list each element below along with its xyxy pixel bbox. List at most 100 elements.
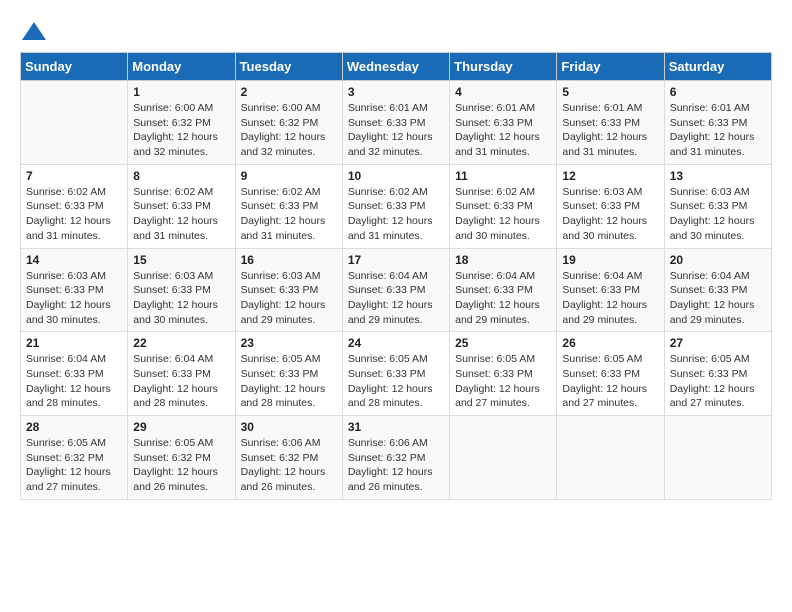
calendar-cell bbox=[21, 81, 128, 165]
calendar-cell: 12 Sunrise: 6:03 AM Sunset: 6:33 PM Dayli… bbox=[557, 164, 664, 248]
day-number: 14 bbox=[26, 253, 122, 267]
calendar-cell: 6 Sunrise: 6:01 AM Sunset: 6:33 PM Daylig… bbox=[664, 81, 771, 165]
week-row-4: 21 Sunrise: 6:04 AM Sunset: 6:33 PM Dayli… bbox=[21, 332, 772, 416]
header-thursday: Thursday bbox=[450, 53, 557, 81]
calendar-table: SundayMondayTuesdayWednesdayThursdayFrid… bbox=[20, 52, 772, 500]
day-info: Sunrise: 6:02 AM Sunset: 6:33 PM Dayligh… bbox=[133, 185, 229, 244]
day-number: 1 bbox=[133, 85, 229, 99]
day-info: Sunrise: 6:02 AM Sunset: 6:33 PM Dayligh… bbox=[348, 185, 444, 244]
day-info: Sunrise: 6:05 AM Sunset: 6:33 PM Dayligh… bbox=[455, 352, 551, 411]
day-info: Sunrise: 6:02 AM Sunset: 6:33 PM Dayligh… bbox=[455, 185, 551, 244]
day-number: 21 bbox=[26, 336, 122, 350]
day-number: 27 bbox=[670, 336, 766, 350]
day-info: Sunrise: 6:06 AM Sunset: 6:32 PM Dayligh… bbox=[241, 436, 337, 495]
calendar-cell: 22 Sunrise: 6:04 AM Sunset: 6:33 PM Dayli… bbox=[128, 332, 235, 416]
day-info: Sunrise: 6:05 AM Sunset: 6:33 PM Dayligh… bbox=[562, 352, 658, 411]
day-number: 8 bbox=[133, 169, 229, 183]
day-number: 23 bbox=[241, 336, 337, 350]
day-number: 12 bbox=[562, 169, 658, 183]
day-info: Sunrise: 6:02 AM Sunset: 6:33 PM Dayligh… bbox=[241, 185, 337, 244]
day-info: Sunrise: 6:05 AM Sunset: 6:32 PM Dayligh… bbox=[26, 436, 122, 495]
week-row-5: 28 Sunrise: 6:05 AM Sunset: 6:32 PM Dayli… bbox=[21, 416, 772, 500]
calendar-cell: 24 Sunrise: 6:05 AM Sunset: 6:33 PM Dayli… bbox=[342, 332, 449, 416]
day-info: Sunrise: 6:01 AM Sunset: 6:33 PM Dayligh… bbox=[455, 101, 551, 160]
day-info: Sunrise: 6:03 AM Sunset: 6:33 PM Dayligh… bbox=[241, 269, 337, 328]
calendar-cell: 23 Sunrise: 6:05 AM Sunset: 6:33 PM Dayli… bbox=[235, 332, 342, 416]
day-number: 18 bbox=[455, 253, 551, 267]
week-row-1: 1 Sunrise: 6:00 AM Sunset: 6:32 PM Daylig… bbox=[21, 81, 772, 165]
day-number: 16 bbox=[241, 253, 337, 267]
day-number: 15 bbox=[133, 253, 229, 267]
day-number: 25 bbox=[455, 336, 551, 350]
calendar-cell: 16 Sunrise: 6:03 AM Sunset: 6:33 PM Dayli… bbox=[235, 248, 342, 332]
calendar-cell: 17 Sunrise: 6:04 AM Sunset: 6:33 PM Dayli… bbox=[342, 248, 449, 332]
day-info: Sunrise: 6:04 AM Sunset: 6:33 PM Dayligh… bbox=[670, 269, 766, 328]
calendar-cell: 15 Sunrise: 6:03 AM Sunset: 6:33 PM Dayli… bbox=[128, 248, 235, 332]
day-info: Sunrise: 6:03 AM Sunset: 6:33 PM Dayligh… bbox=[133, 269, 229, 328]
day-info: Sunrise: 6:01 AM Sunset: 6:33 PM Dayligh… bbox=[670, 101, 766, 160]
header-monday: Monday bbox=[128, 53, 235, 81]
day-info: Sunrise: 6:00 AM Sunset: 6:32 PM Dayligh… bbox=[133, 101, 229, 160]
calendar-cell: 20Sunrise: 6:04 AM Sunset: 6:33 PM Dayli… bbox=[664, 248, 771, 332]
day-info: Sunrise: 6:01 AM Sunset: 6:33 PM Dayligh… bbox=[348, 101, 444, 160]
day-number: 30 bbox=[241, 420, 337, 434]
day-number: 9 bbox=[241, 169, 337, 183]
week-row-3: 14 Sunrise: 6:03 AM Sunset: 6:33 PM Dayli… bbox=[21, 248, 772, 332]
day-number: 13 bbox=[670, 169, 766, 183]
day-number: 24 bbox=[348, 336, 444, 350]
day-number: 6 bbox=[670, 85, 766, 99]
day-info: Sunrise: 6:04 AM Sunset: 6:33 PM Dayligh… bbox=[133, 352, 229, 411]
header-friday: Friday bbox=[557, 53, 664, 81]
day-number: 5 bbox=[562, 85, 658, 99]
day-info: Sunrise: 6:04 AM Sunset: 6:33 PM Dayligh… bbox=[26, 352, 122, 411]
day-info: Sunrise: 6:05 AM Sunset: 6:32 PM Dayligh… bbox=[133, 436, 229, 495]
calendar-cell: 14 Sunrise: 6:03 AM Sunset: 6:33 PM Dayli… bbox=[21, 248, 128, 332]
day-info: Sunrise: 6:01 AM Sunset: 6:33 PM Dayligh… bbox=[562, 101, 658, 160]
header-tuesday: Tuesday bbox=[235, 53, 342, 81]
calendar-cell: 8 Sunrise: 6:02 AM Sunset: 6:33 PM Daylig… bbox=[128, 164, 235, 248]
calendar-cell: 29Sunrise: 6:05 AM Sunset: 6:32 PM Dayli… bbox=[128, 416, 235, 500]
calendar-cell: 5 Sunrise: 6:01 AM Sunset: 6:33 PM Daylig… bbox=[557, 81, 664, 165]
calendar-cell: 31 Sunrise: 6:06 AM Sunset: 6:32 PM Dayli… bbox=[342, 416, 449, 500]
day-number: 22 bbox=[133, 336, 229, 350]
day-number: 31 bbox=[348, 420, 444, 434]
calendar-cell: 3Sunrise: 6:01 AM Sunset: 6:33 PM Daylig… bbox=[342, 81, 449, 165]
day-info: Sunrise: 6:05 AM Sunset: 6:33 PM Dayligh… bbox=[241, 352, 337, 411]
calendar-cell: 9 Sunrise: 6:02 AM Sunset: 6:33 PM Daylig… bbox=[235, 164, 342, 248]
calendar-cell: 7Sunrise: 6:02 AM Sunset: 6:33 PM Daylig… bbox=[21, 164, 128, 248]
calendar-cell: 28 Sunrise: 6:05 AM Sunset: 6:32 PM Dayli… bbox=[21, 416, 128, 500]
day-info: Sunrise: 6:04 AM Sunset: 6:33 PM Dayligh… bbox=[348, 269, 444, 328]
day-number: 4 bbox=[455, 85, 551, 99]
day-number: 28 bbox=[26, 420, 122, 434]
calendar-cell: 27 Sunrise: 6:05 AM Sunset: 6:33 PM Dayli… bbox=[664, 332, 771, 416]
calendar-cell: 2 Sunrise: 6:00 AM Sunset: 6:32 PM Daylig… bbox=[235, 81, 342, 165]
calendar-cell: 13 Sunrise: 6:03 AM Sunset: 6:33 PM Dayli… bbox=[664, 164, 771, 248]
day-info: Sunrise: 6:05 AM Sunset: 6:33 PM Dayligh… bbox=[348, 352, 444, 411]
calendar-cell: 4 Sunrise: 6:01 AM Sunset: 6:33 PM Daylig… bbox=[450, 81, 557, 165]
calendar-cell: 25 Sunrise: 6:05 AM Sunset: 6:33 PM Dayli… bbox=[450, 332, 557, 416]
day-info: Sunrise: 6:04 AM Sunset: 6:33 PM Dayligh… bbox=[455, 269, 551, 328]
day-number: 7 bbox=[26, 169, 122, 183]
header-wednesday: Wednesday bbox=[342, 53, 449, 81]
day-info: Sunrise: 6:03 AM Sunset: 6:33 PM Dayligh… bbox=[562, 185, 658, 244]
calendar-cell bbox=[664, 416, 771, 500]
calendar-cell: 26 Sunrise: 6:05 AM Sunset: 6:33 PM Dayli… bbox=[557, 332, 664, 416]
calendar-cell bbox=[557, 416, 664, 500]
day-number: 2 bbox=[241, 85, 337, 99]
calendar-cell: 1 Sunrise: 6:00 AM Sunset: 6:32 PM Daylig… bbox=[128, 81, 235, 165]
day-info: Sunrise: 6:03 AM Sunset: 6:33 PM Dayligh… bbox=[670, 185, 766, 244]
header-saturday: Saturday bbox=[664, 53, 771, 81]
day-number: 26 bbox=[562, 336, 658, 350]
day-number: 17 bbox=[348, 253, 444, 267]
day-info: Sunrise: 6:04 AM Sunset: 6:33 PM Dayligh… bbox=[562, 269, 658, 328]
day-info: Sunrise: 6:00 AM Sunset: 6:32 PM Dayligh… bbox=[241, 101, 337, 160]
calendar-cell: 21 Sunrise: 6:04 AM Sunset: 6:33 PM Dayli… bbox=[21, 332, 128, 416]
day-info: Sunrise: 6:03 AM Sunset: 6:33 PM Dayligh… bbox=[26, 269, 122, 328]
header-sunday: Sunday bbox=[21, 53, 128, 81]
day-info: Sunrise: 6:06 AM Sunset: 6:32 PM Dayligh… bbox=[348, 436, 444, 495]
calendar-cell: 30 Sunrise: 6:06 AM Sunset: 6:32 PM Dayli… bbox=[235, 416, 342, 500]
day-info: Sunrise: 6:05 AM Sunset: 6:33 PM Dayligh… bbox=[670, 352, 766, 411]
day-number: 10 bbox=[348, 169, 444, 183]
calendar-cell bbox=[450, 416, 557, 500]
calendar-cell: 18 Sunrise: 6:04 AM Sunset: 6:33 PM Dayli… bbox=[450, 248, 557, 332]
